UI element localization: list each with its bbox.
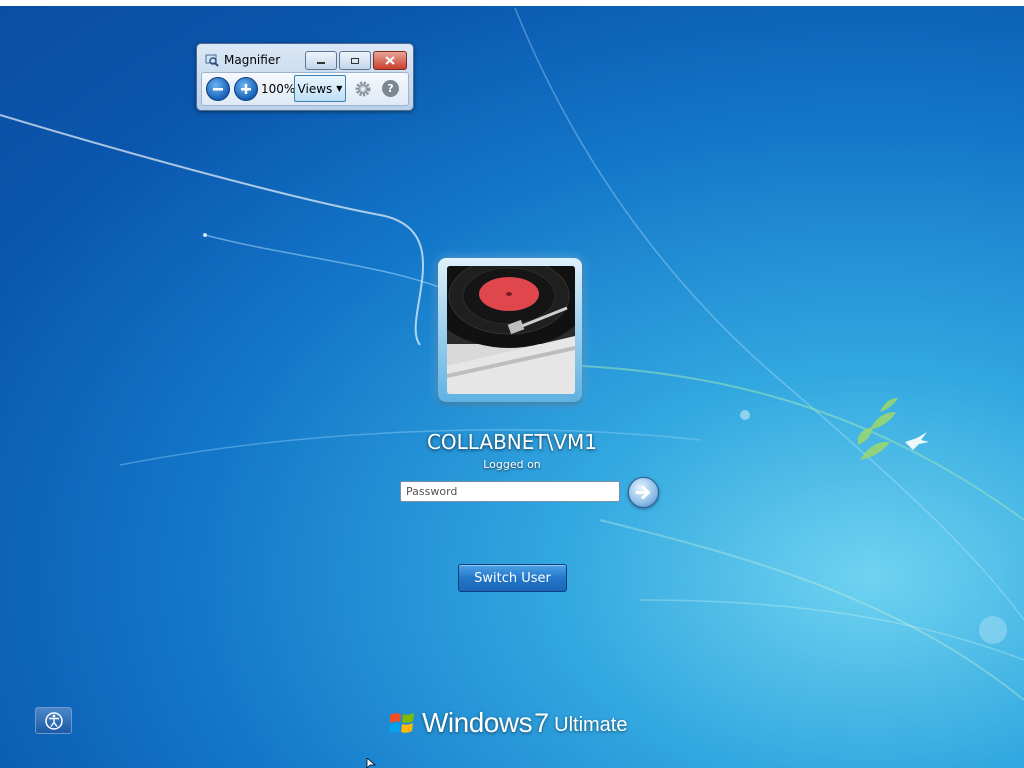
restore-icon <box>351 57 359 64</box>
mouse-pointer-icon <box>366 758 376 768</box>
magnifier-window: Magnifier 100% Views ▼ ? <box>196 43 414 111</box>
logon-status: Logged on <box>483 458 541 471</box>
magnifier-title: Magnifier <box>224 53 281 67</box>
help-icon[interactable]: ? <box>382 80 399 97</box>
user-tile <box>438 258 582 402</box>
views-label: Views <box>297 81 333 96</box>
ease-of-access-icon <box>44 711 63 730</box>
minimize-button[interactable] <box>305 51 337 70</box>
zoom-in-button[interactable] <box>234 77 258 101</box>
zoom-out-button[interactable] <box>206 77 230 101</box>
magnifier-toolbar: 100% Views ▼ ? <box>201 72 409 106</box>
views-dropdown[interactable]: Views ▼ <box>294 75 346 102</box>
switch-user-button[interactable]: Switch User <box>458 564 567 592</box>
restore-button[interactable] <box>339 51 371 70</box>
brand-edition: Ultimate <box>554 714 628 736</box>
windows-branding: Windows 7 Ultimate <box>388 703 627 743</box>
plus-icon <box>241 84 251 94</box>
password-field[interactable] <box>400 481 620 502</box>
chevron-down-icon: ▼ <box>336 84 343 93</box>
arrow-right-icon <box>635 486 650 499</box>
minus-icon <box>213 88 223 91</box>
user-avatar <box>447 266 575 394</box>
ease-of-access-button[interactable] <box>35 707 72 734</box>
brand-product: Windows <box>422 707 533 738</box>
caption-buttons <box>305 51 407 70</box>
minimize-icon <box>317 61 325 64</box>
close-button[interactable] <box>373 51 407 70</box>
zoom-level: 100% <box>261 82 296 96</box>
brand-version: 7 <box>534 707 550 738</box>
user-name: COLLABNET\VM1 <box>426 430 598 454</box>
windows-logo-icon <box>389 713 414 733</box>
gear-icon[interactable] <box>354 80 372 98</box>
submit-button[interactable] <box>628 477 659 508</box>
close-icon <box>385 56 395 65</box>
magnifier-icon <box>205 54 219 67</box>
